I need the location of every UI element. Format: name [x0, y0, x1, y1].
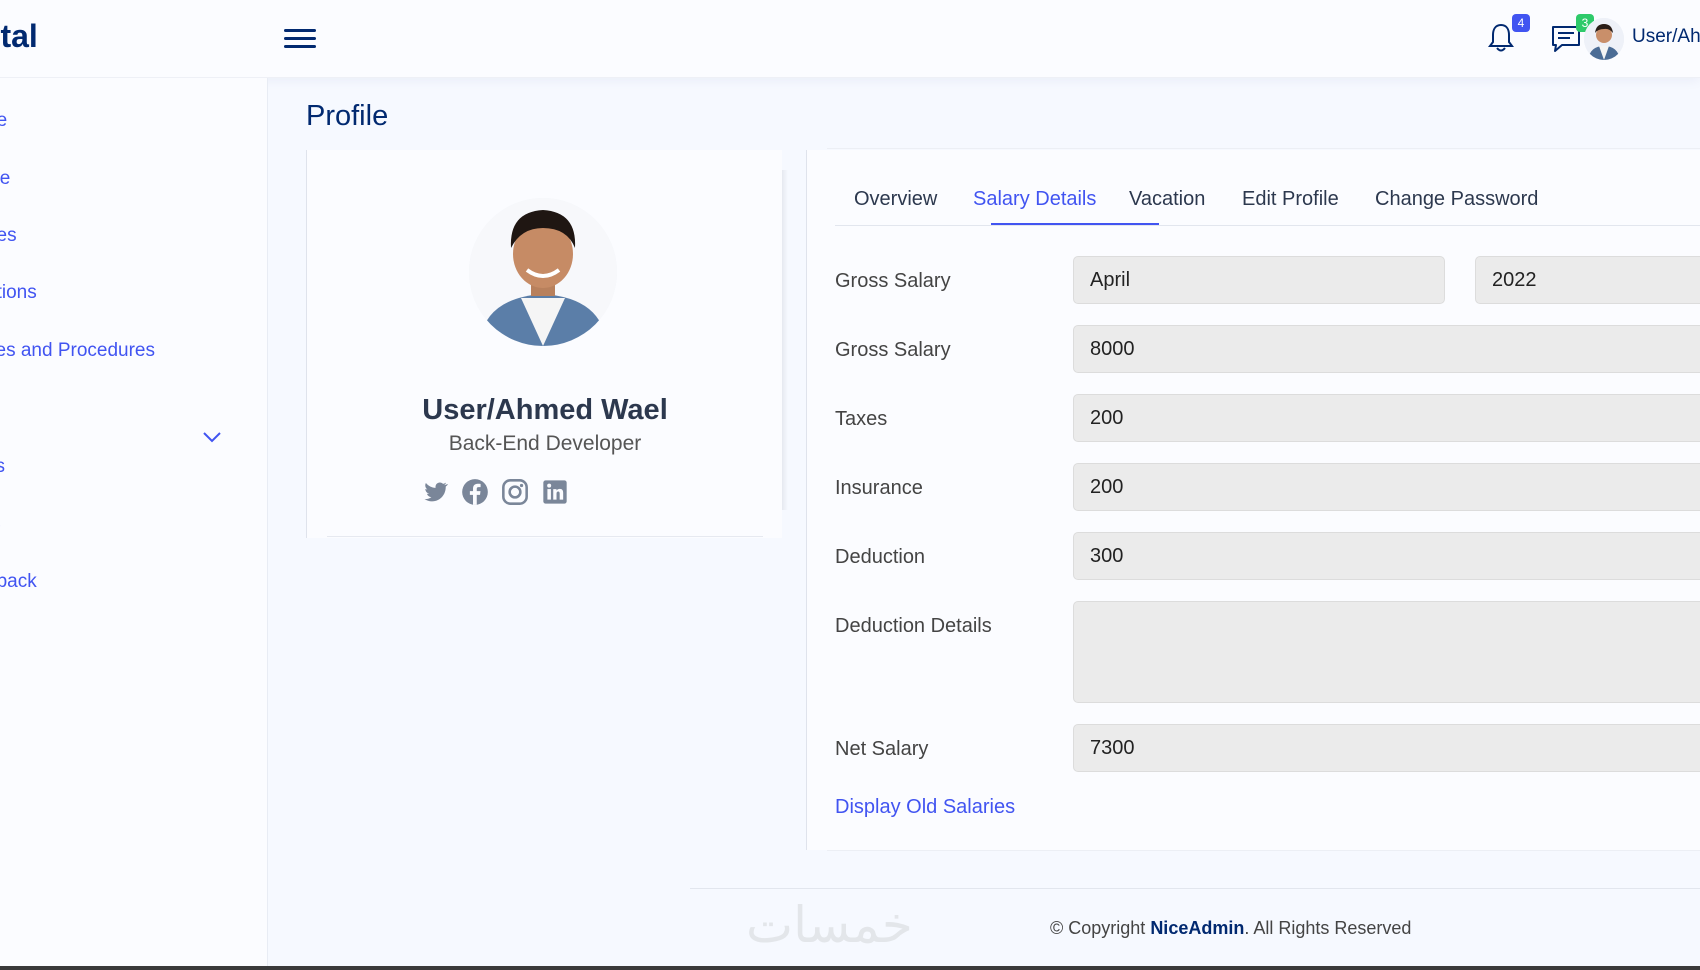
profile-role: Back-End Developer [448, 432, 642, 455]
sidebar-item-salaries[interactable]: ries [0, 225, 17, 247]
net-salary-label: Net Salary [835, 738, 929, 760]
month-label: Gross Salary [835, 270, 951, 292]
tab-edit-profile[interactable]: Edit Profile [1242, 188, 1339, 211]
chevron-down-icon[interactable] [202, 430, 222, 444]
deduction-field[interactable]: 300 [1073, 532, 1700, 580]
footer-copyright: © Copyright NiceAdmin. All Rights Reserv… [1050, 918, 1411, 939]
sidebar-toggle-button[interactable] [284, 24, 316, 54]
page-title: Profile [306, 100, 389, 132]
card-divider [827, 850, 1700, 851]
header-user-name[interactable]: User/Ahmed Wael [1632, 26, 1700, 48]
profile-tabs: Overview Salary Details Vacation Edit Pr… [835, 178, 1700, 226]
taxes-field[interactable]: 200 [1073, 394, 1700, 442]
card-divider [827, 148, 1700, 149]
active-tab-indicator [991, 223, 1159, 225]
month-select[interactable]: April [1073, 256, 1445, 304]
sidebar-item-vacations[interactable]: ations [0, 282, 37, 304]
hamburger-bar [284, 29, 316, 32]
instagram-icon[interactable] [501, 478, 529, 506]
sidebar-item-reports[interactable]: ts [0, 513, 1, 535]
deduction-details-textarea[interactable] [1073, 601, 1700, 703]
insurance-label: Insurance [835, 477, 923, 499]
footer-brand: NiceAdmin [1150, 918, 1245, 938]
profile-card: User/Ahmed Wael Back-End Developer [306, 150, 788, 538]
messages-button[interactable]: 3 [1550, 14, 1594, 56]
profile-photo [469, 198, 617, 346]
profile-name: User/Ahmed Wael [422, 394, 668, 426]
tab-overview[interactable]: Overview [854, 188, 937, 211]
gross-salary-label: Gross Salary [835, 339, 951, 361]
tab-change-password[interactable]: Change Password [1375, 188, 1538, 211]
copyright-prefix: © Copyright [1050, 918, 1151, 938]
user-avatar[interactable] [1584, 18, 1624, 60]
year-select[interactable]: 2022 [1475, 256, 1700, 304]
insurance-field[interactable]: 200 [1073, 463, 1700, 511]
sidebar-item-tasks[interactable]: ks [0, 456, 5, 478]
sidebar-item-feedback[interactable]: dback [0, 571, 37, 593]
tab-vacation[interactable]: Vacation [1129, 188, 1205, 211]
twitter-icon[interactable] [421, 478, 449, 506]
gross-salary-field[interactable]: 8000 [1073, 325, 1700, 373]
card-divider [327, 536, 763, 537]
linkedin-icon[interactable] [541, 478, 569, 506]
top-header: rtal 4 3 User/Ahmed Wael [0, 0, 1700, 78]
deduction-label: Deduction [835, 546, 926, 568]
sidebar: ne file ries ations ces and Procedures s… [0, 78, 268, 970]
watermark-logo: خمسات [746, 896, 913, 954]
card-shadow [782, 170, 788, 510]
net-salary-field[interactable]: 7300 [1073, 724, 1700, 772]
hamburger-bar [284, 45, 316, 48]
sidebar-item-profile[interactable]: file [0, 168, 10, 190]
taxes-label: Taxes [835, 408, 888, 430]
display-old-salaries-link[interactable]: Display Old Salaries [835, 796, 1015, 819]
profile-avatar [469, 198, 617, 346]
sidebar-item-policies[interactable]: ces and Procedures [0, 340, 155, 362]
salary-details-card: Overview Salary Details Vacation Edit Pr… [806, 148, 1700, 851]
notifications-badge: 4 [1512, 14, 1530, 32]
tab-salary-details[interactable]: Salary Details [973, 188, 1096, 211]
notifications-button[interactable]: 4 [1486, 14, 1530, 56]
copyright-suffix: . All Rights Reserved [1244, 918, 1412, 938]
facebook-icon[interactable] [461, 478, 489, 506]
footer-divider [690, 888, 1700, 889]
hamburger-bar [284, 37, 316, 40]
deduction-details-label: Deduction Details [835, 615, 992, 637]
brand-logo-text[interactable]: rtal [0, 18, 38, 55]
window-bottom-edge [0, 966, 1700, 970]
sidebar-item-home[interactable]: ne [0, 110, 7, 132]
avatar-image [1584, 18, 1624, 60]
